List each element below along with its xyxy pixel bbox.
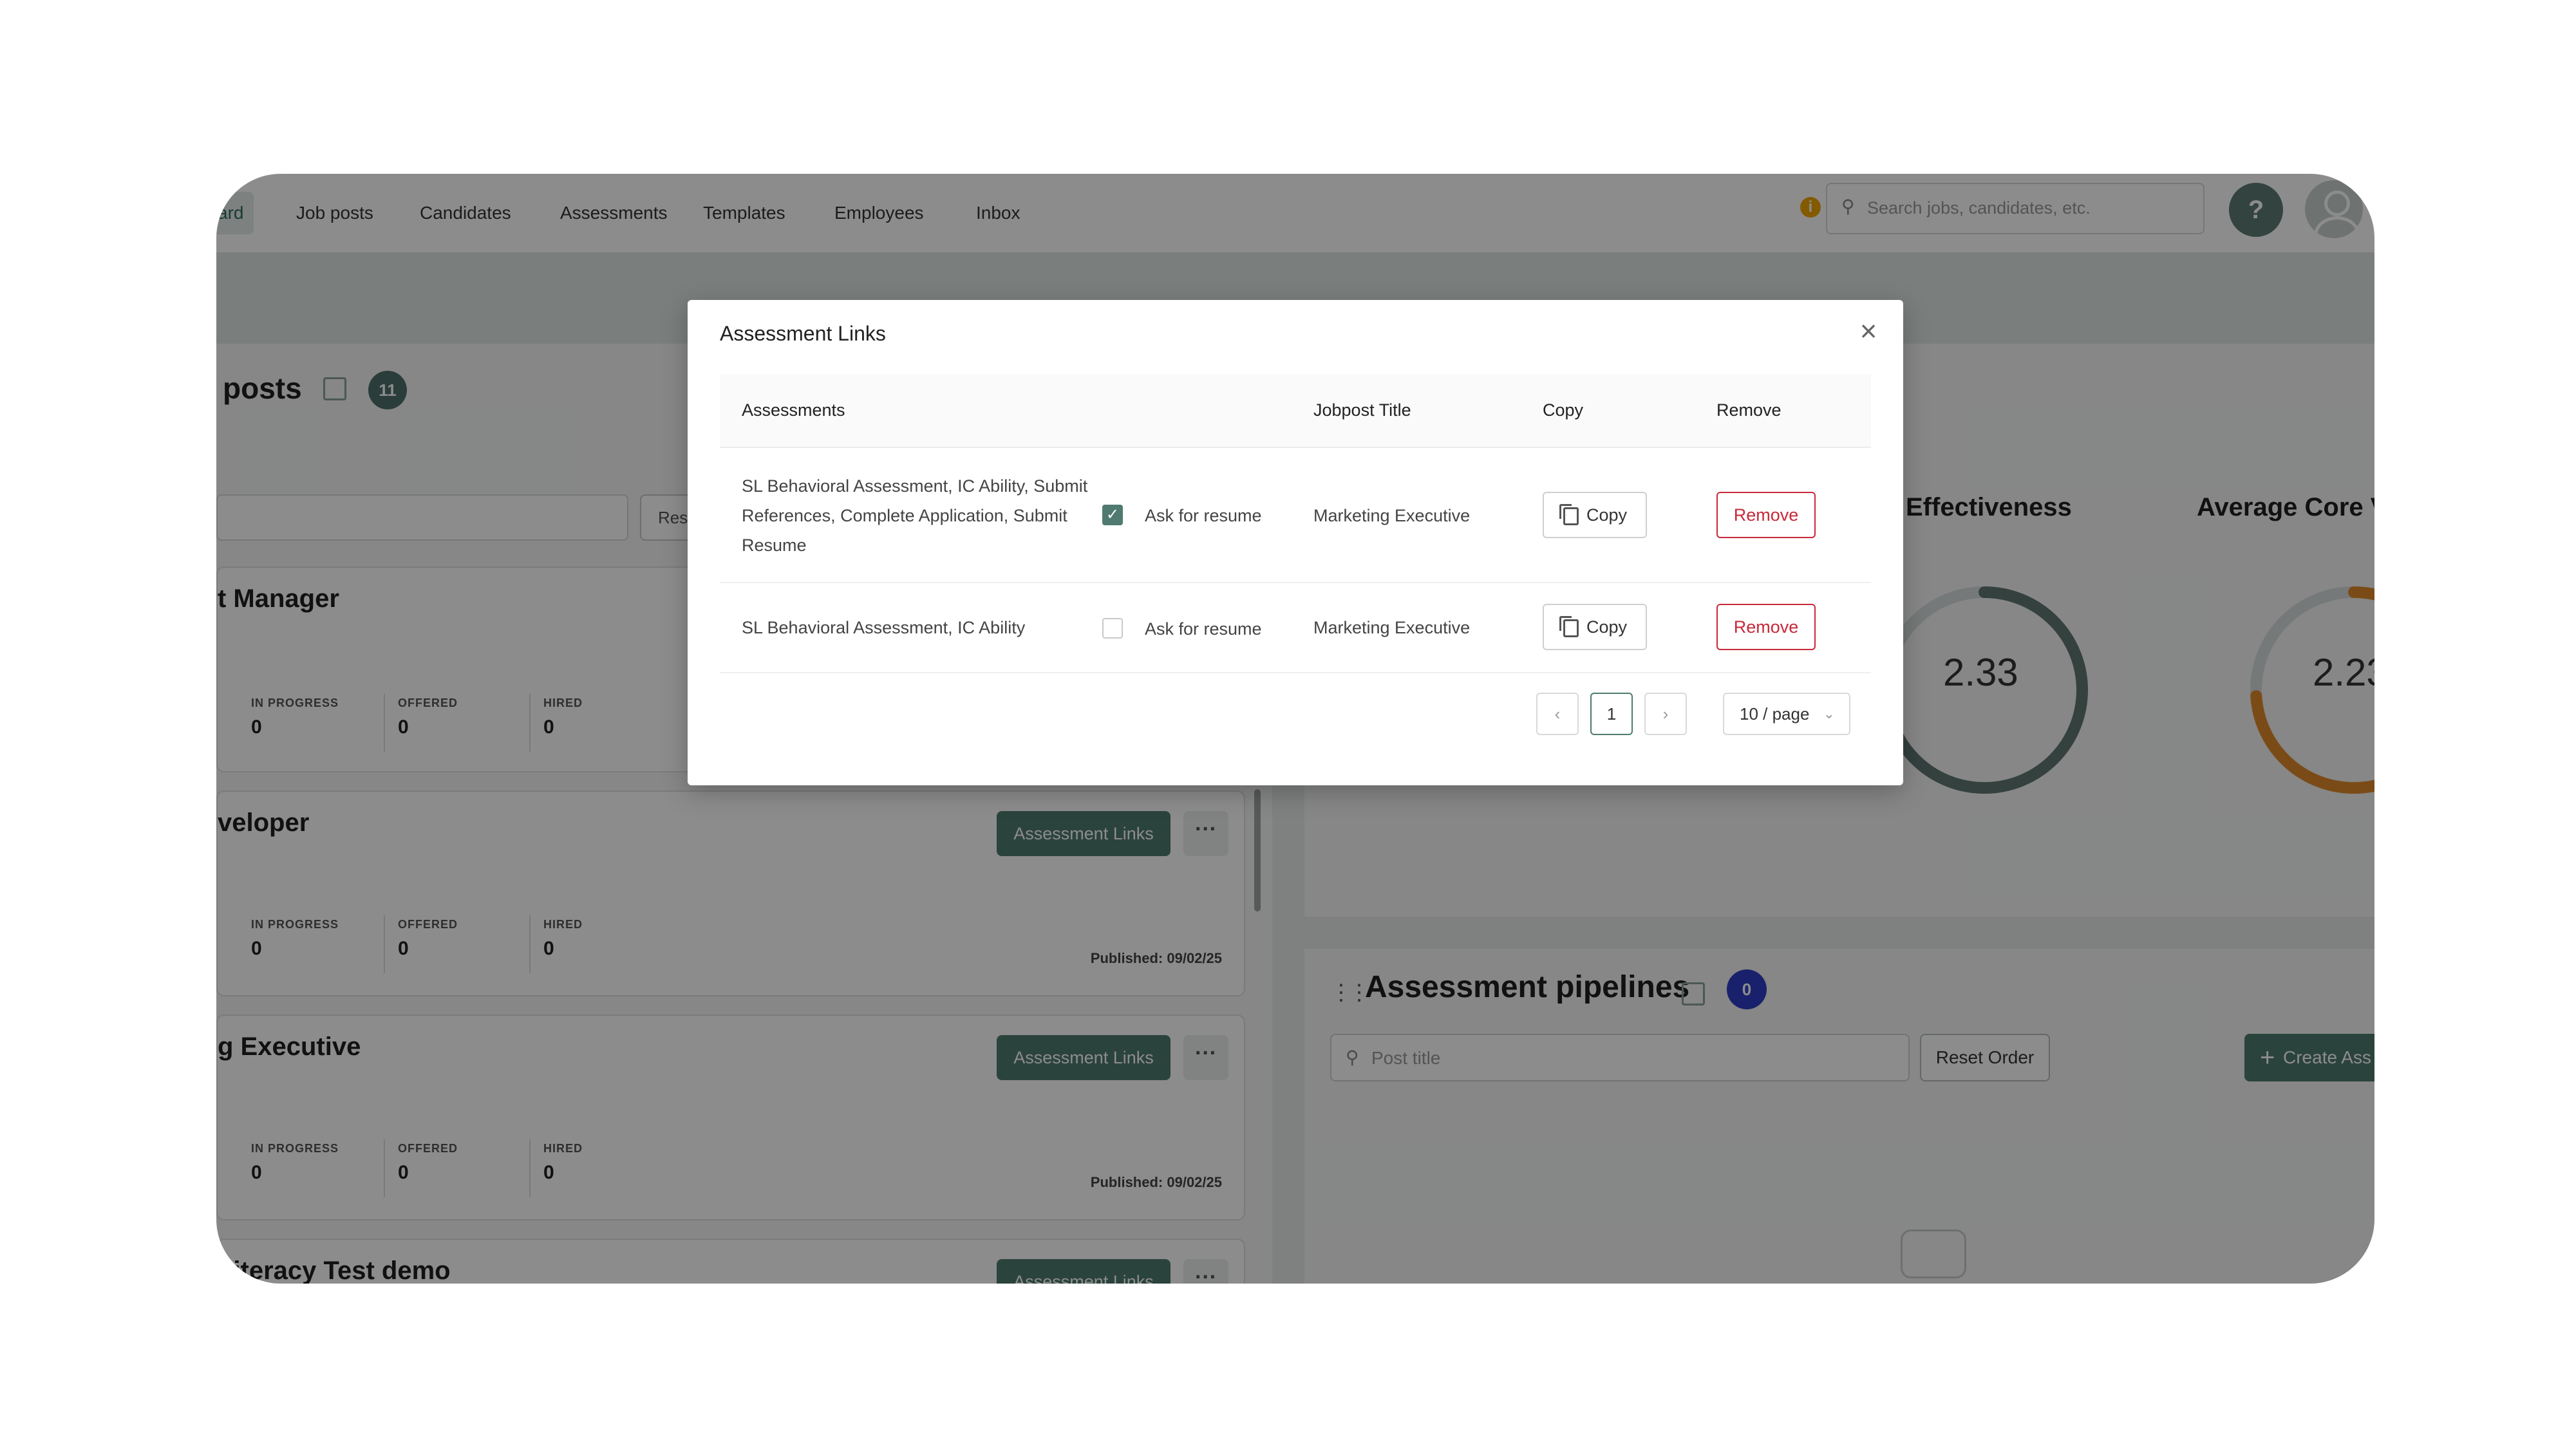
- app-screenshot: ard Job posts Candidates Assessments Tem…: [216, 174, 2374, 1284]
- column-header-remove: Remove: [1716, 400, 1782, 420]
- copy-icon: [1559, 616, 1579, 637]
- copy-button[interactable]: Copy: [1543, 604, 1647, 650]
- ask-for-resume-label[interactable]: Ask for resume: [1145, 619, 1262, 639]
- ask-for-resume-checkbox[interactable]: ✓: [1102, 505, 1123, 525]
- copy-button[interactable]: Copy: [1543, 492, 1647, 538]
- jobpost-title-cell: Marketing Executive: [1313, 506, 1471, 525]
- assessments-cell: SL Behavioral Assessment, IC Ability: [742, 618, 1026, 637]
- remove-button[interactable]: Remove: [1716, 604, 1816, 650]
- assessment-links-modal: Assessment Links × Assessments Jobpost T…: [688, 300, 1903, 785]
- page-size-select[interactable]: 10 / page ⌄: [1723, 693, 1850, 735]
- pagination-page-1[interactable]: 1: [1590, 693, 1633, 735]
- ask-for-resume-label[interactable]: Ask for resume: [1145, 506, 1262, 526]
- chevron-down-icon: ⌄: [1823, 706, 1835, 722]
- pagination-next-button[interactable]: ›: [1644, 693, 1687, 735]
- modal-title: Assessment Links: [720, 322, 886, 345]
- column-header-jobpost-title: Jobpost Title: [1313, 400, 1411, 420]
- remove-button[interactable]: Remove: [1716, 492, 1816, 538]
- close-icon[interactable]: ×: [1856, 316, 1881, 346]
- table-header: Assessments Jobpost Title Copy Remove: [720, 375, 1871, 448]
- table-row: SL Behavioral Assessment, IC Ability Ask…: [720, 583, 1871, 673]
- ask-for-resume-checkbox[interactable]: [1102, 618, 1123, 639]
- copy-icon: [1559, 504, 1579, 525]
- assessments-cell: SL Behavioral Assessment, IC Ability, Su…: [742, 476, 1088, 555]
- pagination-prev-button[interactable]: ‹: [1536, 693, 1579, 735]
- column-header-copy: Copy: [1543, 400, 1584, 420]
- table-row: SL Behavioral Assessment, IC Ability, Su…: [720, 448, 1871, 583]
- column-header-assessments: Assessments: [742, 400, 845, 420]
- jobpost-title-cell: Marketing Executive: [1313, 618, 1471, 637]
